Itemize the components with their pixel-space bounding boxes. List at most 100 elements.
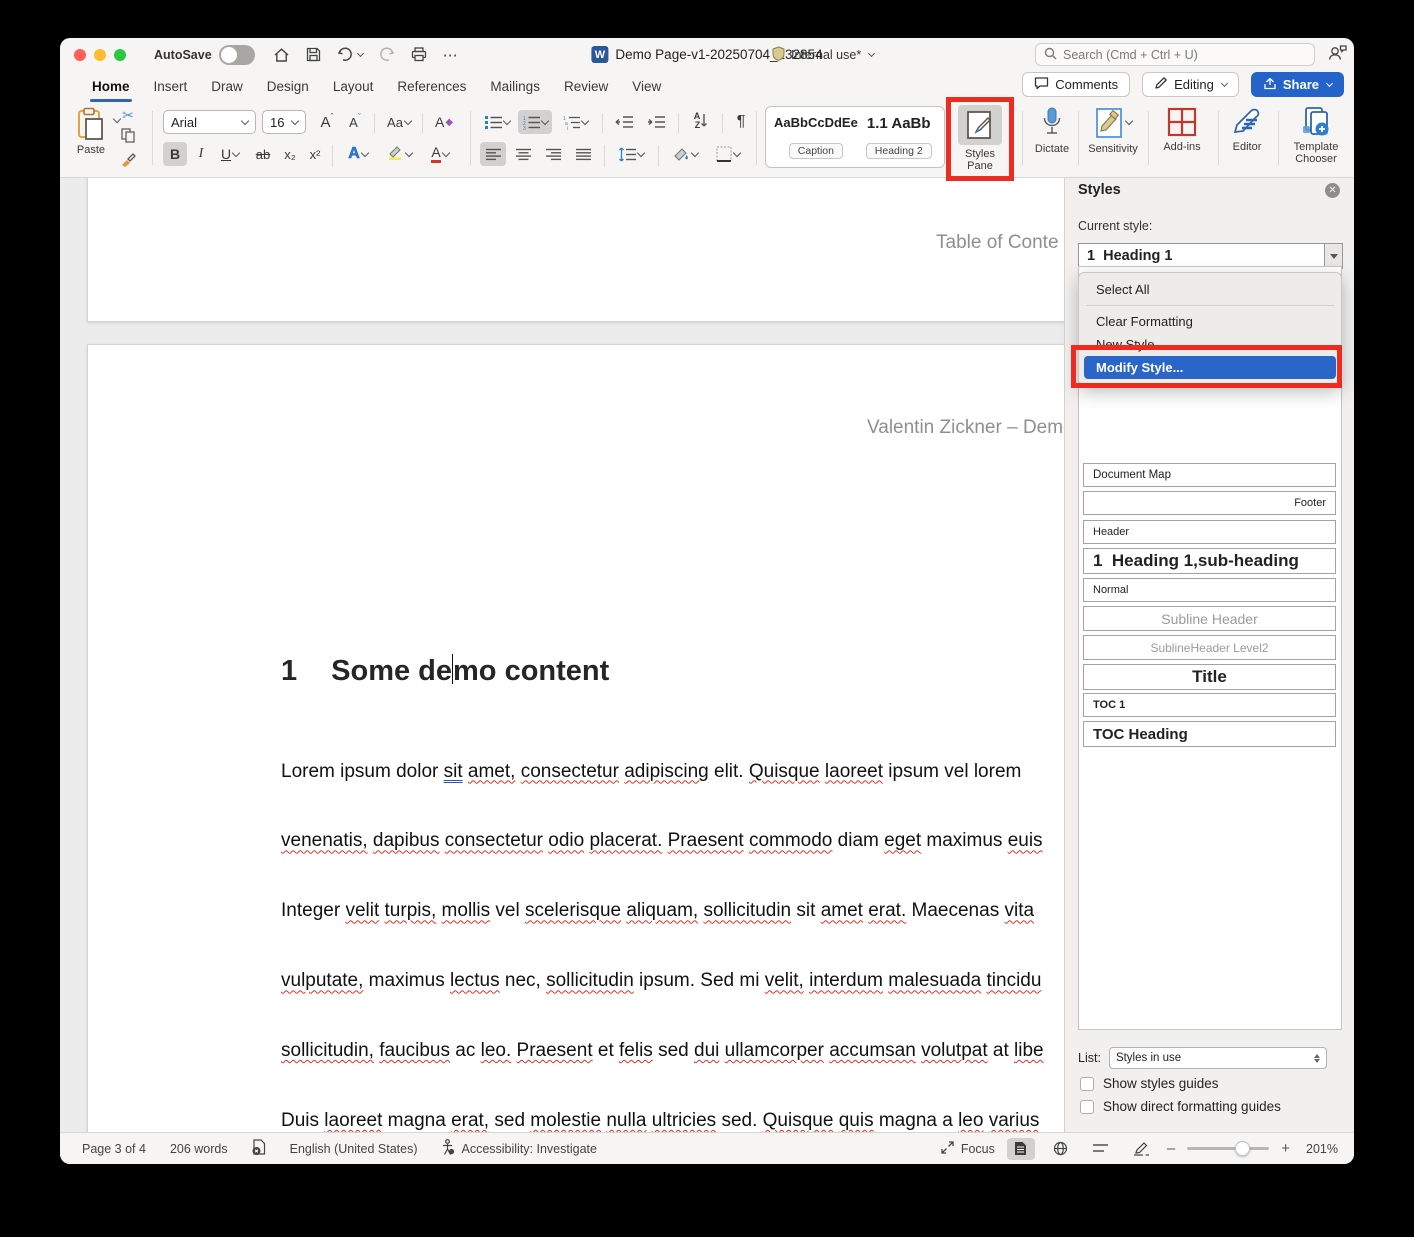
align-right-button[interactable] [540, 142, 566, 166]
menu-item-clear-formatting[interactable]: Clear Formatting [1084, 310, 1336, 333]
sensitivity-chip[interactable]: Internal use* [772, 46, 874, 64]
people-presence-icon[interactable] [1328, 44, 1348, 66]
share-button[interactable]: Share [1251, 72, 1344, 97]
style-chip-heading2[interactable]: 1.1 AaBb Heading 2 [866, 112, 932, 162]
superscript-button[interactable]: x² [303, 142, 327, 166]
dictate-button[interactable]: Dictate [1028, 106, 1076, 155]
highlight-color-button[interactable] [380, 142, 418, 166]
zoom-out-button[interactable]: – [1167, 1140, 1175, 1157]
autosave-toggle[interactable] [219, 45, 255, 65]
sort-button[interactable]: AZ [686, 108, 716, 134]
menu-item-new-style[interactable]: New Style [1084, 333, 1336, 356]
tab-review[interactable]: Review [552, 75, 620, 98]
editor-button[interactable]: Editor [1222, 106, 1272, 153]
paste-button[interactable]: Paste [76, 107, 106, 156]
zoom-window-button[interactable] [114, 49, 126, 61]
style-item-document-map[interactable]: Document Map [1083, 463, 1336, 487]
font-name-select[interactable]: Arial [163, 110, 256, 134]
subscript-button[interactable]: x₂ [278, 142, 302, 166]
outline-view-button[interactable] [1087, 1138, 1115, 1160]
menu-item-select-all[interactable]: Select All [1084, 278, 1336, 301]
format-painter-icon[interactable] [120, 152, 136, 172]
underline-button[interactable]: U [213, 142, 247, 166]
redo-icon[interactable] [379, 47, 395, 63]
align-left-button[interactable] [480, 142, 506, 166]
home-icon[interactable] [273, 47, 290, 63]
font-size-select[interactable]: 16 [262, 110, 306, 134]
grow-font-button[interactable]: Aˆ [314, 110, 340, 134]
styles-pane-button[interactable]: StylesPane [954, 105, 1006, 172]
document-page-1[interactable]: Table of Conte [87, 178, 1101, 322]
tab-draw[interactable]: Draw [199, 75, 255, 98]
add-ins-button[interactable]: Add-ins [1154, 106, 1210, 153]
style-item-title[interactable]: Title [1083, 664, 1336, 690]
zoom-slider-knob[interactable] [1235, 1141, 1250, 1156]
language-indicator[interactable]: English (United States) [290, 1142, 418, 1156]
tab-design[interactable]: Design [255, 75, 321, 98]
numbered-list-button[interactable]: 123 [518, 110, 552, 134]
more-commands-icon[interactable]: ⋯ [443, 46, 459, 64]
proofing-status-icon[interactable] [252, 1139, 266, 1158]
style-item-header[interactable]: Header [1083, 520, 1336, 544]
accessibility-status[interactable]: Accessibility: Investigate [461, 1142, 596, 1156]
document-canvas[interactable]: Table of Conte Valentin Zickner – Demo 1… [60, 178, 1354, 1132]
line-spacing-button[interactable] [612, 142, 650, 166]
bullet-list-button[interactable] [480, 110, 514, 134]
save-icon[interactable] [306, 47, 321, 62]
undo-icon[interactable] [337, 47, 363, 63]
style-item-subline-header-level2[interactable]: SublineHeader Level2 [1083, 635, 1336, 660]
justify-button[interactable] [570, 142, 596, 166]
draft-view-button[interactable] [1127, 1138, 1155, 1160]
cut-icon[interactable]: ✂ [122, 107, 134, 124]
focus-mode-button[interactable]: Focus [941, 1141, 995, 1157]
show-direct-formatting-guides-checkbox[interactable] [1080, 1100, 1094, 1114]
zoom-slider[interactable] [1187, 1147, 1269, 1150]
align-center-button[interactable] [510, 142, 536, 166]
text-effects-button[interactable]: A [340, 142, 376, 166]
show-paragraph-marks-button[interactable]: ¶ [728, 110, 754, 134]
style-item-normal[interactable]: Normal [1083, 578, 1336, 602]
print-layout-view-button[interactable] [1007, 1138, 1035, 1160]
font-color-button[interactable]: A [422, 142, 458, 166]
print-icon[interactable] [411, 47, 427, 62]
word-count[interactable]: 206 words [170, 1142, 228, 1156]
shrink-font-button[interactable]: Aˇ [342, 110, 368, 134]
tab-insert[interactable]: Insert [142, 75, 200, 98]
tab-home[interactable]: Home [80, 75, 142, 98]
close-icon[interactable]: ✕ [1325, 183, 1340, 198]
strikethrough-button[interactable]: ab [250, 142, 276, 166]
italic-button[interactable]: I [190, 142, 212, 166]
page-indicator[interactable]: Page 3 of 4 [82, 1142, 146, 1156]
bold-button[interactable]: B [163, 142, 187, 166]
show-styles-guides-checkbox[interactable] [1080, 1077, 1094, 1091]
tab-references[interactable]: References [385, 75, 478, 98]
editing-mode-button[interactable]: Editing [1142, 72, 1239, 97]
style-item-toc-heading[interactable]: TOC Heading [1083, 721, 1336, 747]
style-item-subline-header[interactable]: Subline Header [1083, 606, 1336, 631]
clear-formatting-button[interactable]: A◆ [430, 110, 458, 134]
tab-mailings[interactable]: Mailings [478, 75, 552, 98]
increase-indent-button[interactable] [642, 110, 670, 134]
web-layout-view-button[interactable] [1047, 1138, 1075, 1160]
search-input[interactable]: Search (Cmd + Ctrl + U) [1035, 43, 1315, 66]
style-item-heading1[interactable]: 1 Heading 1,sub-heading [1083, 548, 1336, 574]
style-item-footer[interactable]: Footer [1083, 491, 1336, 515]
style-chip-caption[interactable]: AaBbCcDdEe Caption [774, 112, 858, 162]
style-item-toc1[interactable]: TOC 1 [1083, 693, 1336, 717]
shading-button[interactable] [666, 142, 704, 166]
tab-layout[interactable]: Layout [321, 75, 386, 98]
borders-button[interactable] [708, 142, 748, 166]
zoom-in-button[interactable]: + [1281, 1140, 1290, 1157]
document-page-2[interactable]: Valentin Zickner – Demo 1Some demo conte… [87, 344, 1101, 1132]
close-window-button[interactable] [74, 49, 86, 61]
tab-view[interactable]: View [620, 75, 673, 98]
multilevel-list-button[interactable]: 1ai [556, 110, 594, 134]
template-chooser-button[interactable]: TemplateChooser [1286, 106, 1346, 165]
sensitivity-button[interactable]: Sensitivity [1084, 106, 1142, 155]
minimize-window-button[interactable] [94, 49, 106, 61]
change-case-button[interactable]: Aa [382, 110, 416, 134]
comments-button[interactable]: Comments [1022, 72, 1130, 97]
zoom-level[interactable]: 201% [1302, 1142, 1338, 1156]
menu-item-modify-style[interactable]: Modify Style... [1084, 356, 1336, 379]
styles-list-filter-select[interactable]: Styles in use [1109, 1047, 1327, 1069]
